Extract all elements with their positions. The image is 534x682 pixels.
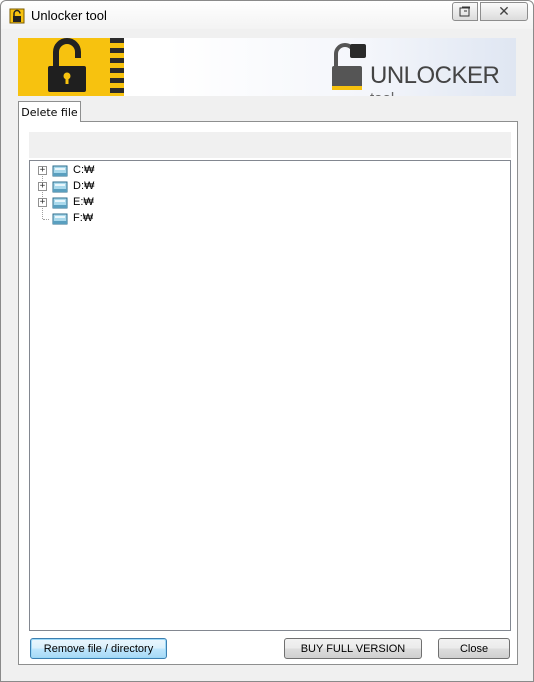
expand-toggle[interactable]: +	[38, 182, 47, 191]
tree-connector-branch	[43, 219, 49, 220]
drive-tree[interactable]: + C:₩ + D:₩ + E:₩ F:₩	[29, 160, 511, 631]
tab-panel: + C:₩ + D:₩ + E:₩ F:₩ Remove file / dire…	[18, 121, 518, 665]
tree-item-label: E:₩	[73, 196, 94, 208]
buy-full-version-button[interactable]: BUY FULL VERSION	[284, 638, 422, 659]
logo-subword: tool	[370, 90, 394, 96]
banner-logo-text: UNLOCKER tool	[370, 62, 516, 96]
tree-item-label: C:₩	[73, 164, 95, 176]
tree-item-c[interactable]: + C:₩	[30, 163, 150, 179]
remove-file-button[interactable]: Remove file / directory	[30, 638, 167, 659]
unlocker-window: Unlocker tool ✕ UNLOCKER Delete file + C…	[0, 0, 534, 682]
tree-item-d[interactable]: + D:₩	[30, 179, 150, 195]
banner-logo-lock-icon	[332, 43, 366, 90]
title-bar[interactable]: Unlocker tool ✕	[1, 1, 533, 29]
expand-toggle[interactable]: +	[38, 166, 47, 175]
drive-icon	[52, 181, 68, 193]
app-lock-icon	[9, 8, 25, 24]
drive-icon	[52, 213, 68, 225]
expand-toggle[interactable]: +	[38, 198, 47, 207]
tree-item-label: D:₩	[73, 180, 95, 192]
path-strip	[29, 132, 511, 158]
logo-word: UNLOCKER	[370, 62, 500, 89]
banner-stripes	[110, 38, 124, 96]
banner-lock-icon	[48, 38, 86, 92]
tree-item-f[interactable]: F:₩	[30, 211, 150, 227]
tree-item-e[interactable]: + E:₩	[30, 195, 150, 211]
close-window-button[interactable]: ✕	[480, 2, 528, 21]
drive-icon	[52, 197, 68, 209]
restore-window-icon	[459, 6, 470, 17]
close-button[interactable]: Close	[438, 638, 510, 659]
tree-item-label: F:₩	[73, 212, 94, 224]
tab-delete-file[interactable]: Delete file	[18, 101, 81, 122]
drive-icon	[52, 165, 68, 177]
banner-lock-panel	[18, 38, 123, 96]
banner: UNLOCKER tool	[18, 38, 516, 96]
window-title: Unlocker tool	[31, 8, 107, 23]
close-icon: ✕	[498, 3, 510, 20]
restore-button[interactable]	[452, 2, 478, 21]
